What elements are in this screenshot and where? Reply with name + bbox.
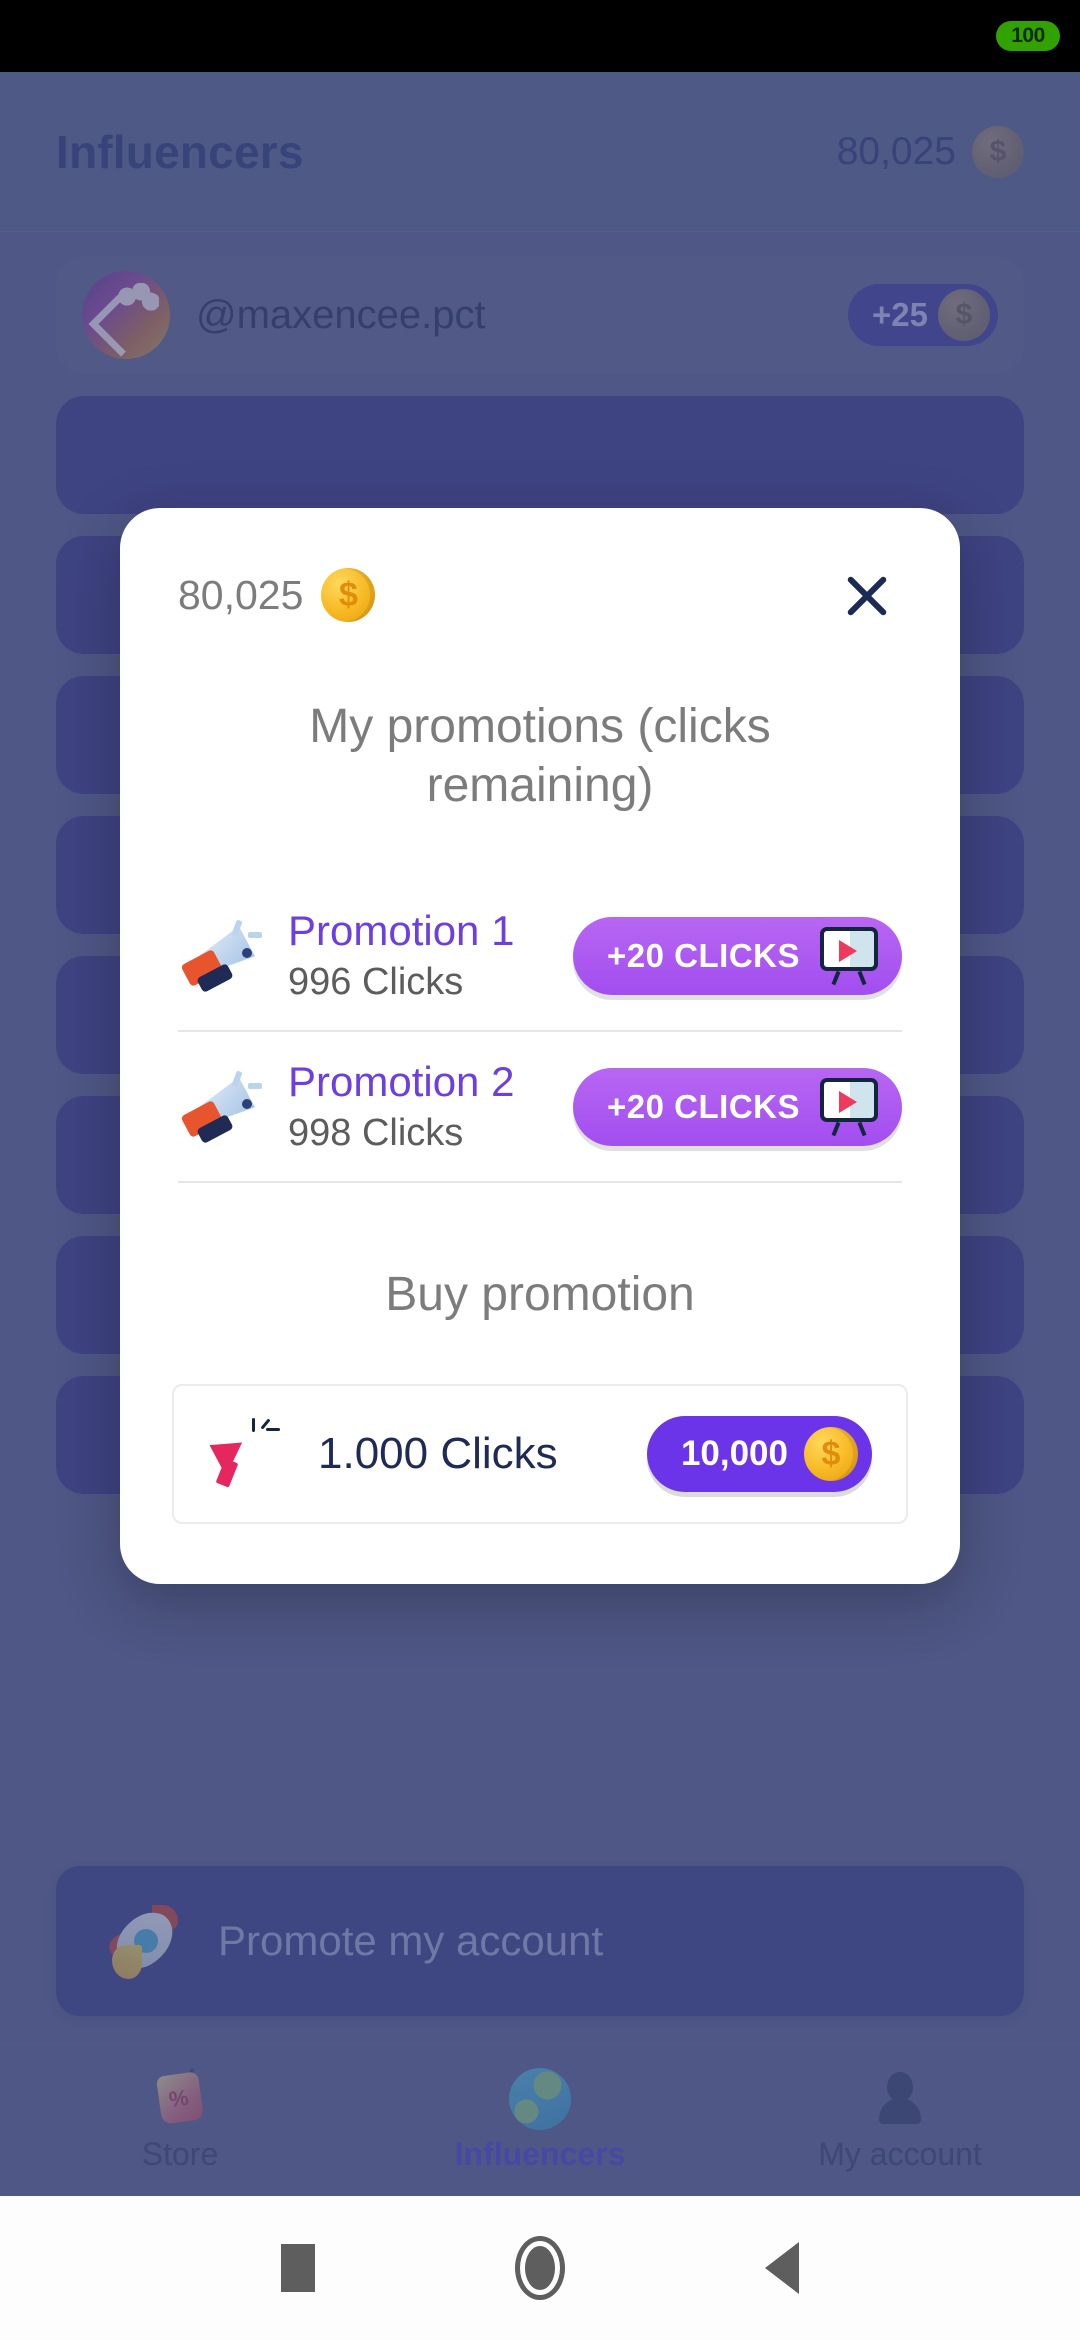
close-icon[interactable] bbox=[832, 560, 902, 630]
battery-icon: 100 bbox=[996, 21, 1060, 51]
add-clicks-button[interactable]: +20 CLICKS bbox=[573, 916, 902, 995]
modal-coin-balance: 80,025 bbox=[178, 568, 376, 622]
promotion-info: Promotion 1 996 Clicks bbox=[288, 907, 514, 1004]
modal-coin-amount: 80,025 bbox=[178, 571, 304, 618]
coin-icon bbox=[804, 1427, 858, 1482]
cursor-click-icon bbox=[208, 1416, 284, 1492]
triangle-back-icon[interactable] bbox=[765, 2242, 799, 2294]
megaphone-icon bbox=[178, 914, 262, 998]
promotions-modal: 80,025 My promotions (clicks remaining) … bbox=[120, 508, 960, 1585]
buy-price-amount: 10,000 bbox=[680, 1434, 788, 1474]
phone-screen: 100 Influencers 80,025 @maxencee.pct +25 bbox=[0, 0, 1080, 2340]
square-recents-icon[interactable] bbox=[281, 2244, 315, 2292]
android-navigation-bar bbox=[0, 2196, 1080, 2340]
promotion-clicks: 996 Clicks bbox=[288, 961, 464, 1004]
add-clicks-label: +20 CLICKS bbox=[607, 1087, 800, 1125]
video-ad-icon bbox=[818, 925, 880, 987]
promotion-name: Promotion 2 bbox=[288, 1058, 515, 1106]
promotion-row: Promotion 2 998 Clicks +20 CLICKS bbox=[178, 1032, 902, 1184]
promotion-clicks: 998 Clicks bbox=[288, 1112, 464, 1155]
promotions-list: Promotion 1 996 Clicks +20 CLICKS Promot… bbox=[120, 893, 960, 1184]
status-bar: 100 bbox=[0, 0, 1080, 72]
megaphone-icon bbox=[178, 1065, 262, 1149]
add-clicks-button[interactable]: +20 CLICKS bbox=[573, 1067, 902, 1146]
promotion-name: Promotion 1 bbox=[288, 907, 515, 955]
modal-header: 80,025 bbox=[120, 508, 960, 630]
add-clicks-label: +20 CLICKS bbox=[607, 936, 800, 974]
video-ad-icon bbox=[818, 1076, 880, 1138]
coin-icon bbox=[321, 568, 376, 622]
buy-item-label: 1.000 Clicks bbox=[318, 1429, 558, 1479]
circle-home-icon[interactable] bbox=[515, 2236, 565, 2300]
buy-promotion-heading: Buy promotion bbox=[385, 1268, 695, 1322]
modal-title: My promotions (clicks remaining) bbox=[309, 700, 771, 812]
promotion-info: Promotion 2 998 Clicks bbox=[288, 1058, 514, 1155]
battery-level-label: 100 bbox=[1011, 24, 1045, 47]
buy-item-row[interactable]: 1.000 Clicks 10,000 bbox=[172, 1384, 908, 1525]
promotion-row: Promotion 1 996 Clicks +20 CLICKS bbox=[178, 893, 902, 1033]
buy-price-button[interactable]: 10,000 bbox=[646, 1416, 872, 1493]
